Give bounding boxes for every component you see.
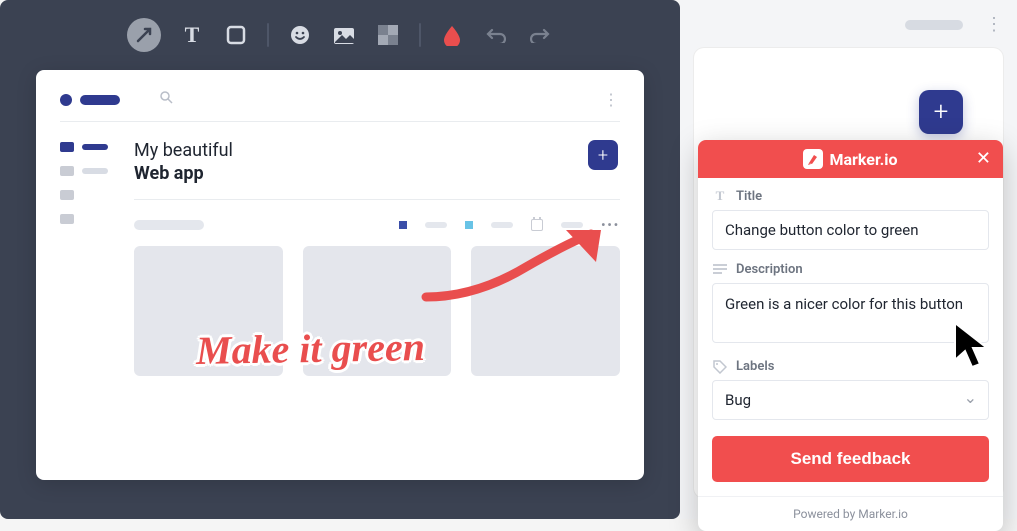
labels-select[interactable]: Bug [712,380,989,420]
rectangle-tool[interactable] [223,22,249,48]
search-icon [160,91,173,104]
search-input[interactable] [160,91,603,108]
image-icon [333,25,355,45]
page-title: My beautifulWeb app [134,140,233,185]
header-menu-icon[interactable]: ⋮ [603,90,620,109]
description-field-icon [712,264,728,276]
marker-logo-icon [803,149,823,169]
emoji-tool[interactable] [287,22,313,48]
add-button[interactable]: + [588,140,618,170]
blur-icon [378,25,398,45]
close-button[interactable]: ✕ [976,148,991,169]
redo-button[interactable] [527,22,553,48]
placeholder-dash [491,222,513,228]
logo-icon [60,94,72,106]
screenshot-canvas: ⋮ My beautifulWeb app + [36,70,644,480]
bg-menu-icon[interactable]: ⋮ [985,14,1003,35]
send-feedback-button[interactable]: Send feedback [712,436,989,482]
undo-icon [486,27,506,43]
sidebar-item[interactable] [60,142,130,152]
status-dot[interactable] [399,221,407,229]
content-card[interactable] [471,246,620,376]
sidebar-item[interactable] [60,166,130,176]
title-label: Title [736,189,762,204]
placeholder-pill [134,220,204,230]
labels-field-icon [712,360,728,374]
panel-footer[interactable]: Powered by Marker.io [698,496,1003,531]
sidebar-item[interactable] [60,214,130,224]
sidebar-item[interactable] [60,190,130,200]
calendar-icon[interactable] [531,219,543,231]
rectangle-icon [226,25,246,45]
status-dot[interactable] [465,221,473,229]
arrow-icon [135,26,153,44]
emoji-icon [289,24,311,46]
toolbar-divider [267,23,269,47]
description-input[interactable]: Green is a nicer color for this button [712,283,989,343]
feedback-launcher-button[interactable]: + [919,90,963,134]
droplet-icon [442,24,462,46]
image-tool[interactable] [331,22,357,48]
toolbar: T [0,0,680,70]
blur-tool[interactable] [375,22,401,48]
app-sidebar [60,134,130,376]
arrow-tool[interactable] [127,18,161,52]
placeholder-dash [561,222,583,228]
panel-header: Marker.io ✕ [698,140,1003,178]
labels-label: Labels [736,359,774,374]
placeholder-dash [425,222,447,228]
color-tool[interactable] [439,22,465,48]
description-label: Description [736,262,803,277]
bg-placeholder [905,20,963,30]
content-card[interactable] [134,246,283,376]
toolbar-divider [419,23,421,47]
title-field-icon: T [712,188,728,204]
filter-bar: ••• [134,218,620,232]
content-card[interactable] [303,246,452,376]
title-input[interactable] [712,210,989,250]
app-header: ⋮ [60,90,620,122]
logo-text-placeholder [80,95,120,105]
redo-icon [530,27,550,43]
text-tool[interactable]: T [179,22,205,48]
annotation-editor: T ⋮ [0,0,680,519]
more-icon[interactable]: ••• [601,218,620,232]
undo-button[interactable] [483,22,509,48]
panel-brand-name: Marker.io [829,150,897,169]
feedback-panel: Marker.io ✕ T Title Description Green is… [698,140,1003,531]
